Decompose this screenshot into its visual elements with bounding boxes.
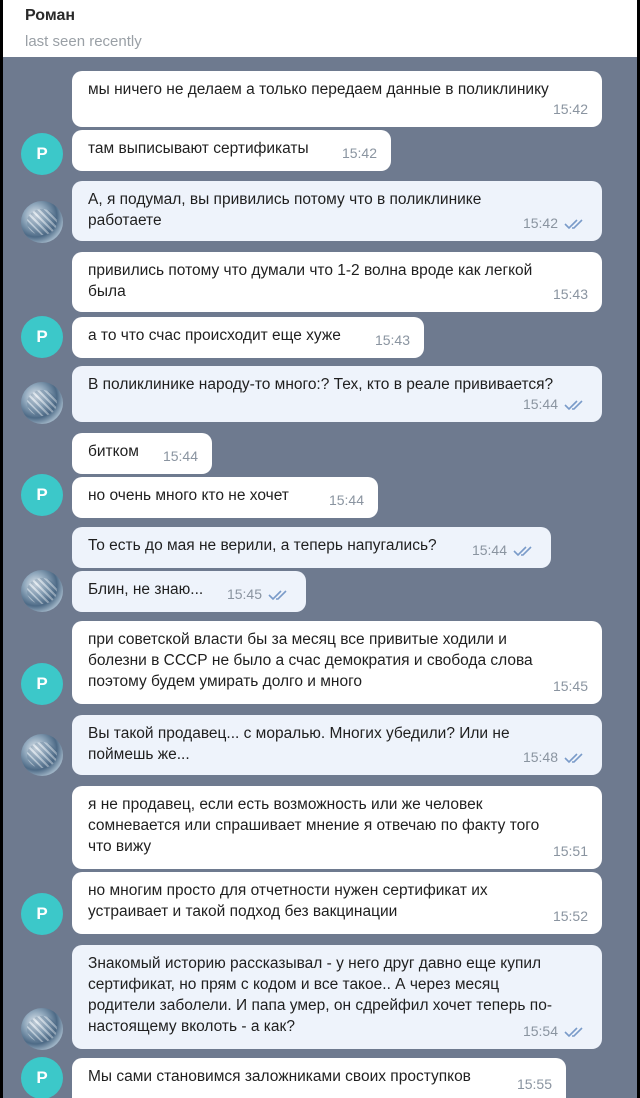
message-list[interactable]: мы ничего не делаем а только передаем да… — [3, 57, 637, 1098]
message-time: 15:44 — [471, 542, 507, 558]
message-bubble[interactable]: а то что счас происходит еще хуже 15:43 — [72, 317, 424, 358]
avatar[interactable] — [21, 1008, 63, 1050]
message-text: я не продавец, если есть возможность или… — [88, 796, 540, 855]
message-text: Мы сами становимся заложниками своих про… — [88, 1068, 471, 1085]
chat-window: Роман last seen recently мы ничего не де… — [3, 0, 637, 1098]
message-text: Вы такой продавец... с моралью. Многих у… — [88, 725, 510, 763]
message-text: но очень много кто не хочет — [88, 487, 289, 504]
message-time: 15:42 — [522, 215, 558, 231]
read-receipt-icon — [564, 752, 583, 763]
message-time: 15:44 — [522, 396, 558, 412]
message-time: 15:45 — [226, 586, 262, 602]
avatar[interactable]: Р — [21, 893, 63, 935]
message-bubble[interactable]: То есть до мая не верили, а теперь напуг… — [72, 527, 551, 568]
message-time: 15:44 — [328, 492, 364, 508]
read-receipt-icon — [268, 589, 287, 600]
message-bubble[interactable]: привились потому что думали что 1-2 волн… — [72, 252, 602, 312]
chat-header[interactable]: Роман last seen recently — [3, 0, 637, 57]
read-receipt-icon — [513, 545, 532, 556]
message-text: но многим просто для отчетности нужен се… — [88, 882, 488, 920]
message-bubble[interactable]: я не продавец, если есть возможность или… — [72, 786, 602, 869]
read-receipt-icon — [564, 1026, 583, 1037]
message-bubble[interactable]: но очень много кто не хочет 15:44 — [72, 477, 378, 518]
message-time: 15:52 — [552, 908, 588, 924]
read-receipt-icon — [564, 218, 583, 229]
message-time: 15:48 — [522, 749, 558, 765]
avatar[interactable] — [21, 201, 63, 243]
avatar[interactable]: Р — [21, 133, 63, 175]
message-bubble[interactable]: но многим просто для отчетности нужен се… — [72, 872, 602, 934]
message-time: 15:44 — [162, 448, 198, 464]
message-text: мы ничего не делаем а только передаем да… — [88, 81, 549, 98]
message-bubble[interactable]: при советской власти бы за месяц все при… — [72, 621, 602, 704]
message-text: а то что счас происходит еще хуже — [88, 327, 341, 344]
message-bubble[interactable]: Блин, не знаю... 15:45 — [72, 571, 306, 612]
message-bubble[interactable]: Мы сами становимся заложниками своих про… — [72, 1058, 566, 1098]
avatar[interactable]: Р — [21, 474, 63, 516]
avatar[interactable]: Р — [21, 663, 63, 705]
message-bubble[interactable]: там выписывают сертификаты 15:42 — [72, 130, 391, 171]
message-bubble[interactable]: А, я подумал, вы привились потому что в … — [72, 181, 602, 241]
avatar[interactable]: Р — [21, 316, 63, 358]
contact-status: last seen recently — [25, 33, 142, 50]
message-time: 15:54 — [522, 1023, 558, 1039]
message-time: 15:42 — [341, 145, 377, 161]
message-bubble[interactable]: мы ничего не делаем а только передаем да… — [72, 71, 602, 127]
message-bubble[interactable]: битком 15:44 — [72, 433, 212, 474]
contact-name[interactable]: Роман — [25, 6, 637, 26]
message-time: 15:51 — [552, 843, 588, 859]
message-time: 15:55 — [516, 1076, 552, 1092]
message-bubble[interactable]: В поликлинике народу-то много:? Тех, кто… — [72, 366, 602, 422]
message-time: 15:42 — [552, 101, 588, 117]
message-text: А, я подумал, вы привились потому что в … — [88, 191, 482, 229]
avatar[interactable] — [21, 382, 63, 424]
message-bubble[interactable]: Знакомый историю рассказывал - у него др… — [72, 945, 602, 1049]
message-text: при советской власти бы за месяц все при… — [88, 631, 533, 690]
message-text: В поликлинике народу-то много:? Тех, кто… — [88, 376, 554, 393]
message-time: 15:45 — [552, 678, 588, 694]
avatar[interactable] — [21, 734, 63, 776]
message-text: привились потому что думали что 1-2 волн… — [88, 262, 533, 300]
avatar[interactable]: Р — [21, 1057, 63, 1098]
message-time: 15:43 — [374, 332, 410, 348]
message-bubble[interactable]: Вы такой продавец... с моралью. Многих у… — [72, 715, 602, 775]
message-text: То есть до мая не верили, а теперь напуг… — [88, 537, 437, 554]
message-text: Знакомый историю рассказывал - у него др… — [88, 955, 552, 1035]
message-text: там выписывают сертификаты — [88, 140, 309, 157]
read-receipt-icon — [564, 399, 583, 410]
avatar[interactable] — [21, 570, 63, 612]
message-time: 15:43 — [552, 286, 588, 302]
